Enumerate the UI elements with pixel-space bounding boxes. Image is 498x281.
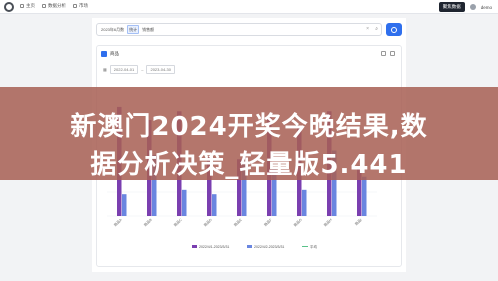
x-tick-label: 商品F (263, 217, 273, 227)
home-icon (20, 4, 24, 8)
x-tick-label: 商品D (202, 217, 213, 228)
nav-item-home[interactable]: 主页 (20, 3, 35, 9)
user-name[interactable]: demo (481, 5, 492, 10)
market-icon (73, 4, 77, 8)
user-avatar-icon[interactable] (469, 4, 476, 10)
topbar-right-group: 聚焦数据 demo (438, 2, 492, 12)
x-tick-label: 商品C (172, 217, 183, 228)
nav-item-market-label: 市场 (79, 3, 88, 8)
chart-category-labels: 商品A 商品B 商品C 商品D 商品E 商品F 商品G 商品H 商品I (113, 217, 363, 228)
x-tick-label: 商品A (113, 217, 124, 228)
banner-title-line-2: 据分析决策_轻量版5.441 (90, 150, 408, 180)
legend-swatch (247, 245, 252, 248)
clear-icon[interactable]: × (366, 26, 369, 32)
bar-secondary[interactable] (362, 176, 367, 216)
bar-secondary[interactable] (182, 189, 187, 216)
search-chip[interactable]: 销售额 (141, 26, 155, 33)
nav-item-market[interactable]: 市场 (73, 3, 88, 9)
bar-secondary[interactable] (212, 194, 217, 216)
legend-item-label[interactable]: 2022/4/2-2023/3/31 (254, 245, 284, 249)
x-tick-label: 商品I (354, 217, 363, 226)
x-tick-label: 商品G (292, 217, 303, 228)
filter-icon[interactable]: ⌕ (375, 26, 378, 32)
legend-average-label[interactable]: 平均 (310, 244, 318, 249)
bar-secondary[interactable] (122, 194, 127, 216)
banner-title-line-1: 新澳门2024开奖今晚结果,数 (70, 112, 428, 142)
x-tick-label: 商品H (322, 217, 333, 228)
top-navigation-bar: 主页 数据分析 市场 聚焦数据 demo (0, 0, 498, 14)
focus-data-button[interactable]: 聚焦数据 (438, 2, 465, 12)
chart-icon (42, 4, 46, 8)
chart-legend[interactable]: 2022/4/1-2023/3/31 2022/4/2-2023/3/31 平均 (192, 244, 318, 249)
x-tick-label: 商品B (143, 217, 154, 228)
nav-item-analysis[interactable]: 数据分析 (42, 3, 66, 9)
legend-item-label[interactable]: 2022/4/1-2023/3/31 (199, 245, 229, 249)
search-icon (391, 26, 397, 33)
legend-swatch (192, 245, 197, 248)
app-logo-icon[interactable] (4, 2, 14, 12)
nav-item-analysis-label: 数据分析 (48, 3, 66, 8)
nav-item-home-label: 主页 (26, 3, 35, 8)
search-chip[interactable]: 2023年6月数 (100, 26, 125, 33)
search-input[interactable]: 2023年6月数 统计 销售额 × ⌕ (96, 23, 382, 36)
search-button[interactable] (386, 23, 402, 36)
search-chip-highlighted[interactable]: 统计 (127, 25, 140, 34)
x-tick-label: 商品E (233, 217, 244, 228)
bar-secondary[interactable] (302, 189, 307, 216)
